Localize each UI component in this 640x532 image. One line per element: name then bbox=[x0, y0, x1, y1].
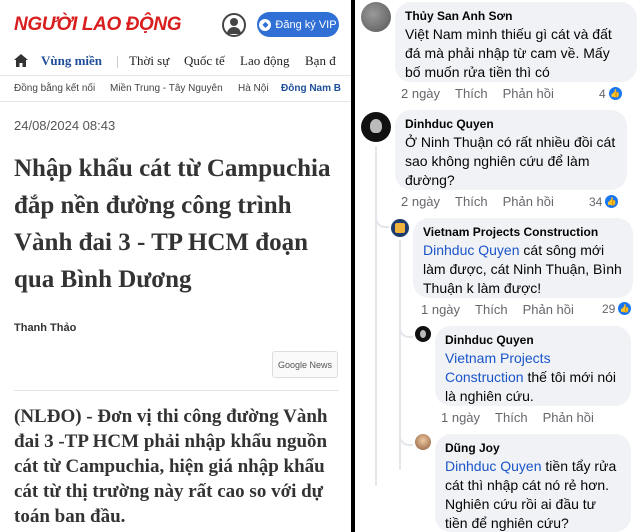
subnav-item-dong-bang[interactable]: Đồng bằng kết nối bbox=[14, 83, 95, 94]
comment-time[interactable]: 2 ngày bbox=[401, 86, 440, 101]
main-nav: Vùng miền Thời sự Quốc tế Lao động Bạn đ bbox=[0, 46, 351, 76]
comment-actions: 1 ngày Thích Phản hồi bbox=[421, 302, 589, 317]
thread-connector bbox=[399, 324, 413, 338]
reaction-number: 4 bbox=[599, 86, 606, 101]
mention-link[interactable]: Dinhduc Quyen bbox=[445, 458, 542, 474]
comment-text: Dinhduc Quyen cát sông mới làm được, cát… bbox=[423, 241, 623, 298]
reply-bubble: Dinhduc Quyen Vietnam Projects Construct… bbox=[435, 326, 631, 406]
like-button[interactable]: Thích bbox=[455, 86, 488, 101]
nav-item-lao-dong[interactable]: Lao động bbox=[240, 53, 289, 69]
comment-author[interactable]: Dũng Joy bbox=[445, 440, 621, 456]
sub-nav: Đồng bằng kết nối Miền Trung - Tây Nguyê… bbox=[0, 76, 351, 102]
avatar[interactable] bbox=[415, 326, 431, 342]
avatar-logo bbox=[395, 223, 405, 233]
nav-item-vung-mien[interactable]: Vùng miền bbox=[41, 53, 102, 69]
diamond-icon: ◆ bbox=[259, 18, 272, 31]
like-button[interactable]: Thích bbox=[475, 302, 508, 317]
comment-bubble: Dinhduc Quyen Ở Ninh Thuận có rất nhiều … bbox=[395, 110, 627, 190]
like-button[interactable]: Thích bbox=[455, 194, 488, 209]
avatar-figure bbox=[370, 119, 382, 133]
like-reaction-icon: 👍 bbox=[617, 301, 633, 316]
comment-author[interactable]: Dinhduc Quyen bbox=[445, 332, 621, 348]
avatar[interactable] bbox=[361, 2, 391, 32]
comment-author[interactable]: Vietnam Projects Construction bbox=[423, 224, 623, 240]
site-logo[interactable]: NGƯỜI LAO ĐỘNG bbox=[14, 14, 182, 36]
comments-panel: Thủy San Anh Sơn Việt Nam mình thiếu gì … bbox=[355, 0, 640, 532]
nav-item-thoi-su[interactable]: Thời sự bbox=[129, 53, 169, 69]
thread-connector bbox=[399, 432, 413, 446]
comment-text: Dinhduc Quyen tiền tẩy rửa cát thì nhập … bbox=[445, 457, 621, 532]
reaction-number: 34 bbox=[589, 194, 603, 209]
mention-link[interactable]: Dinhduc Quyen bbox=[423, 242, 520, 258]
reply-button[interactable]: Phản hồi bbox=[503, 86, 554, 101]
reply-button[interactable]: Phản hồi bbox=[543, 410, 594, 425]
avatar-figure bbox=[420, 330, 426, 338]
nav-item-ban-doc[interactable]: Bạn đ bbox=[305, 53, 336, 69]
google-news-label: Google News bbox=[277, 359, 333, 370]
divider bbox=[14, 390, 339, 391]
reaction-count[interactable]: 4 👍 bbox=[599, 86, 623, 101]
news-article-panel: NGƯỜI LAO ĐỘNG ◆ Đăng ký VIP Vùng miền T… bbox=[0, 0, 351, 532]
reaction-number: 29 bbox=[602, 301, 616, 316]
comment-actions: 2 ngày Thích Phản hồi bbox=[401, 194, 569, 209]
article-headline: Nhập khẩu cát từ Campuchia đắp nền đường… bbox=[14, 155, 331, 293]
comment-time[interactable]: 1 ngày bbox=[421, 302, 460, 317]
thread-line bbox=[375, 146, 377, 486]
article-author[interactable]: Thanh Thảo bbox=[14, 322, 76, 334]
like-reaction-icon: 👍 bbox=[607, 86, 623, 101]
comment-author[interactable]: Thủy San Anh Sơn bbox=[405, 8, 627, 24]
comment-actions: 1 ngày Thích Phản hồi bbox=[441, 410, 609, 425]
comment-time[interactable]: 1 ngày bbox=[441, 410, 480, 425]
like-reaction-icon: 👍 bbox=[604, 194, 620, 209]
subnav-item-mien-trung[interactable]: Miền Trung - Tây Nguyên bbox=[110, 83, 223, 94]
reaction-count[interactable]: 34 👍 bbox=[589, 194, 620, 209]
subnav-item-dong-nam-bo[interactable]: Đông Nam B bbox=[281, 83, 341, 94]
comment-text: Vietnam Projects Construction thế tôi mớ… bbox=[445, 349, 621, 406]
article-lead: (NLĐO) - Đơn vị thi công đường Vành đai … bbox=[14, 406, 328, 527]
home-icon[interactable] bbox=[13, 53, 29, 68]
reaction-count[interactable]: 29 👍 bbox=[602, 301, 633, 316]
comment-text: Ở Ninh Thuận có rất nhiều đồi cát sao kh… bbox=[405, 134, 616, 188]
avatar[interactable] bbox=[415, 434, 431, 450]
like-button[interactable]: Thích bbox=[495, 410, 528, 425]
comment-author[interactable]: Dinhduc Quyen bbox=[405, 116, 617, 132]
reply-button[interactable]: Phản hồi bbox=[503, 194, 554, 209]
comment-text: Việt Nam mình thiếu gì cát và đất đá mà … bbox=[405, 26, 612, 80]
avatar[interactable] bbox=[361, 112, 391, 142]
avatar[interactable] bbox=[391, 219, 409, 237]
article-date: 24/08/2024 08:43 bbox=[14, 118, 116, 133]
register-vip-button[interactable]: ◆ Đăng ký VIP bbox=[257, 12, 339, 37]
reply-button[interactable]: Phản hồi bbox=[523, 302, 574, 317]
register-vip-label: Đăng ký VIP bbox=[275, 18, 337, 31]
reply-bubble: Vietnam Projects Construction Dinhduc Qu… bbox=[413, 218, 633, 298]
google-news-button[interactable]: Google News bbox=[272, 351, 338, 378]
comment-bubble: Thủy San Anh Sơn Việt Nam mình thiếu gì … bbox=[395, 2, 637, 82]
nav-divider bbox=[117, 56, 118, 68]
comment-time[interactable]: 2 ngày bbox=[401, 194, 440, 209]
subnav-item-ha-noi[interactable]: Hà Nội bbox=[238, 83, 269, 94]
nav-item-quoc-te[interactable]: Quốc tế bbox=[184, 53, 225, 69]
user-account-icon[interactable] bbox=[222, 13, 246, 37]
reply-bubble: Dũng Joy Dinhduc Quyen tiền tẩy rửa cát … bbox=[435, 434, 631, 532]
thread-connector bbox=[375, 214, 389, 228]
comment-actions: 2 ngày Thích Phản hồi bbox=[401, 86, 569, 101]
